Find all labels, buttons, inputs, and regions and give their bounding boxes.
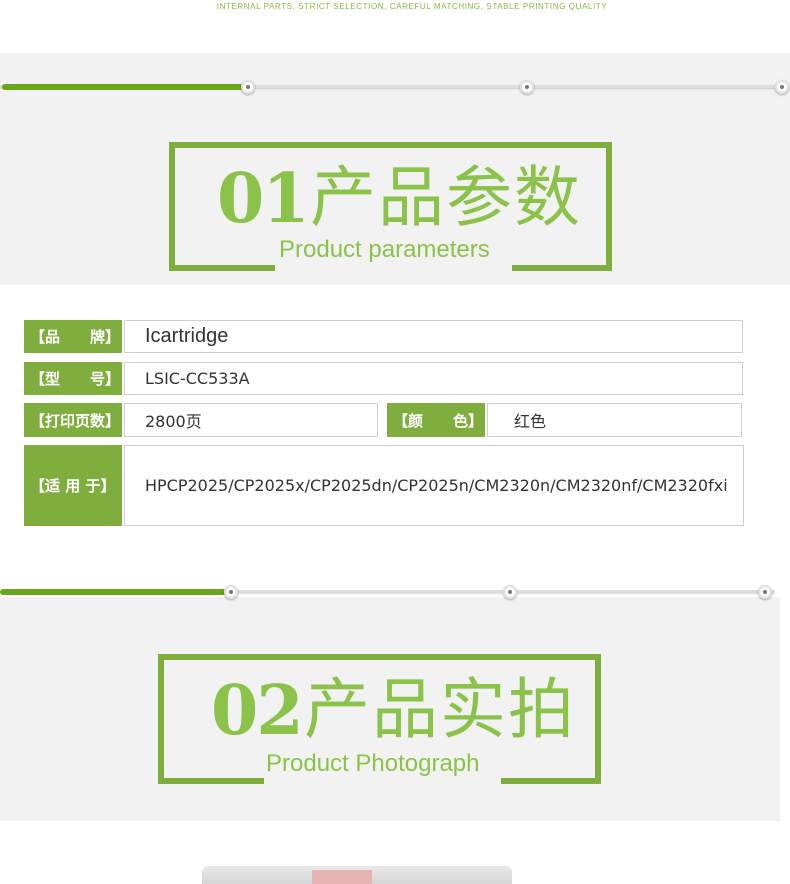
progress-bar-2 bbox=[0, 585, 790, 599]
color-value: 红色 bbox=[487, 403, 742, 437]
pages-label: 【打印页数】 bbox=[24, 403, 122, 437]
progress-dot bbox=[241, 80, 255, 94]
model-label: 【型 号】 bbox=[24, 362, 122, 395]
progress-bar-1 bbox=[0, 80, 790, 94]
brand-label: 【品 牌】 bbox=[24, 320, 122, 353]
progress-dot bbox=[224, 585, 238, 599]
progress-fill bbox=[0, 589, 226, 595]
progress-dot bbox=[758, 585, 772, 599]
progress-dot bbox=[503, 585, 517, 599]
section-1-title-cn: 产品参数 bbox=[310, 159, 582, 236]
compatibility-label: 【适 用 于】 bbox=[24, 445, 122, 526]
top-tagline: INTERNAL PARTS, STRICT SELECTION, CAREFU… bbox=[216, 2, 608, 11]
progress-dot bbox=[775, 80, 789, 94]
product-photo bbox=[202, 866, 512, 884]
model-value: LSIC-CC533A bbox=[124, 362, 743, 395]
section-2-title-en: Product Photograph bbox=[266, 750, 480, 777]
pages-value: 2800页 bbox=[124, 403, 378, 437]
progress-dot bbox=[520, 80, 534, 94]
section-2-title-cn: 产品实拍 bbox=[304, 671, 576, 748]
compatibility-value: HPCP2025/CP2025x/CP2025dn/CP2025n/CM2320… bbox=[124, 445, 744, 526]
progress-fill bbox=[2, 84, 244, 90]
color-label: 【颜 色】 bbox=[387, 403, 485, 437]
section-1-title-en: Product parameters bbox=[279, 236, 490, 263]
brand-value: Icartridge bbox=[124, 320, 743, 353]
section-2-number: 02 bbox=[211, 671, 304, 751]
section-1-number: 01 bbox=[217, 159, 310, 239]
